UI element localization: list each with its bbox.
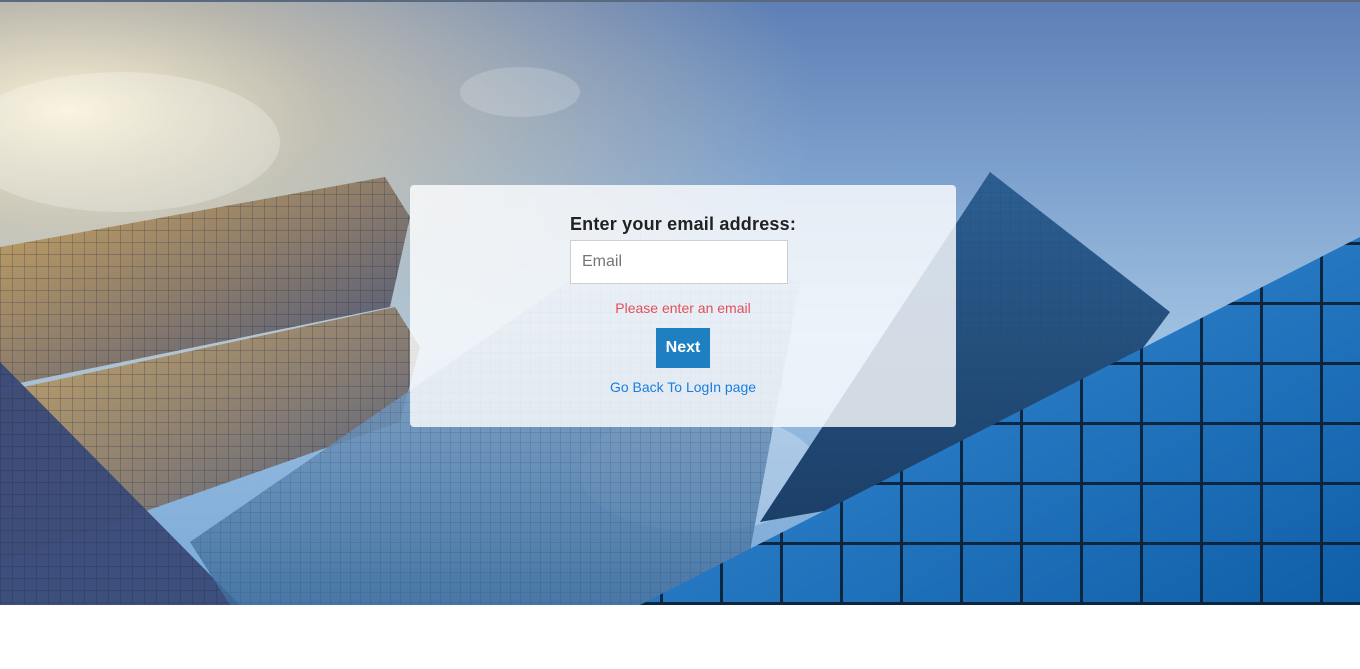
back-to-login-link[interactable]: Go Back To LogIn page — [410, 379, 956, 395]
form-title: Enter your email address: — [569, 214, 797, 234]
email-form-card: Enter your email address: Please enter a… — [410, 185, 956, 427]
next-button[interactable]: Next — [656, 328, 710, 368]
email-input[interactable] — [570, 240, 788, 284]
email-error-message: Please enter an email — [615, 300, 751, 316]
